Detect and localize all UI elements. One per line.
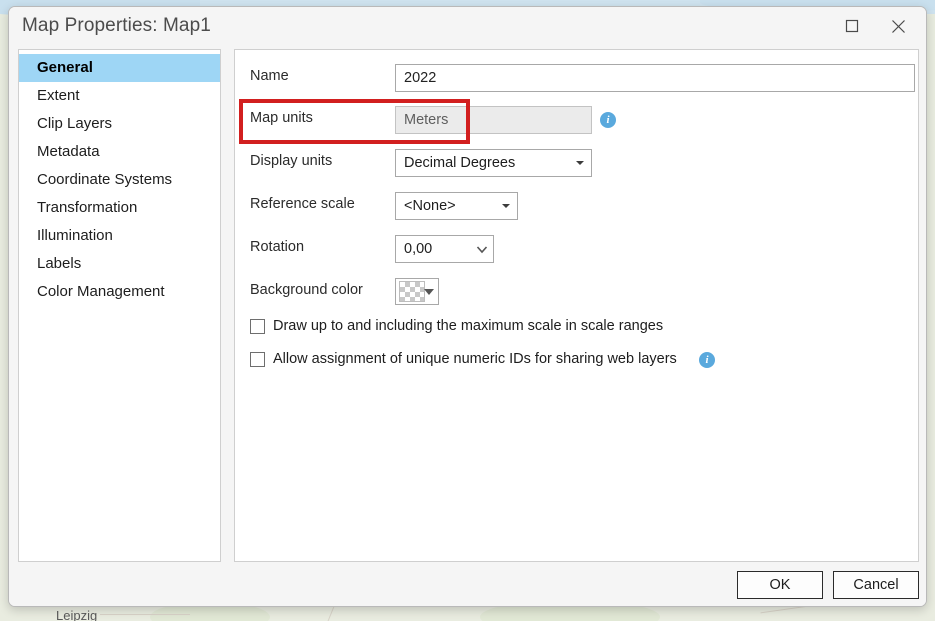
cancel-button[interactable]: Cancel [833,571,919,599]
rotation-value: 0,00 [404,241,433,257]
rotation-label: Rotation [250,239,305,255]
background-color-label: Background color [250,282,363,298]
unique-numeric-ids-checkbox[interactable] [250,352,265,367]
unique-numeric-ids-label: Allow assignment of unique numeric IDs f… [273,351,677,367]
chevron-down-icon [495,193,517,219]
sidebar-item-label: Labels [37,255,82,272]
map-units-label: Map units [250,110,313,126]
draw-max-scale-checkbox[interactable] [250,319,265,334]
map-road-line [326,606,335,621]
row-rotation: Rotation 0,00 [235,231,918,267]
chevron-down-icon [422,279,436,304]
sidebar-item-label: Clip Layers [37,115,113,132]
sidebar-item-labels[interactable]: Labels [19,250,220,278]
sidebar-item-label: Extent [37,87,80,104]
map-units-value: Meters [395,106,592,134]
rotation-input[interactable]: 0,00 [395,235,494,263]
close-icon[interactable] [876,9,920,43]
map-place-label: Leipzig [56,608,98,621]
ok-button[interactable]: OK [737,571,823,599]
dialog-titlebar: Map Properties: Map1 [9,7,926,49]
dialog-footer: OK Cancel [9,566,926,606]
info-icon[interactable]: i [600,112,616,128]
sidebar-item-color-management[interactable]: Color Management [19,278,220,306]
name-input[interactable]: 2022 [395,64,915,92]
dialog-body: General Extent Clip Layers Metadata Coor… [9,49,926,566]
maximize-icon[interactable] [830,9,874,43]
reference-scale-label: Reference scale [250,196,355,212]
background-color-picker[interactable] [395,278,439,305]
sidebar-item-extent[interactable]: Extent [19,82,220,110]
display-units-label: Display units [250,153,333,169]
map-road-line [100,614,190,615]
checkbox-row-draw-max-scale[interactable]: Draw up to and including the maximum sca… [250,317,890,339]
reference-scale-value: <None> [404,198,456,214]
display-units-value: Decimal Degrees [404,155,516,171]
sidebar-item-general[interactable]: General [19,54,220,82]
draw-max-scale-label: Draw up to and including the maximum sca… [273,318,664,334]
sidebar-item-label: Coordinate Systems [37,171,173,188]
sidebar-item-illumination[interactable]: Illumination [19,222,220,250]
row-display-units: Display units Decimal Degrees [235,145,918,181]
sidebar-item-coordinate-systems[interactable]: Coordinate Systems [19,166,220,194]
map-properties-dialog: Map Properties: Map1 General Extent Clip… [8,6,927,607]
name-label: Name [250,68,289,84]
settings-sidebar: General Extent Clip Layers Metadata Coor… [18,49,221,562]
row-name: Name 2022 [235,60,918,96]
sidebar-item-metadata[interactable]: Metadata [19,138,220,166]
sidebar-item-label: Metadata [37,143,100,160]
sidebar-item-clip-layers[interactable]: Clip Layers [19,110,220,138]
sidebar-item-label: Illumination [37,227,113,244]
general-settings-panel: Name 2022 Map units Meters i Display uni… [234,49,919,562]
checkbox-row-unique-numeric-ids[interactable]: Allow assignment of unique numeric IDs f… [250,350,890,372]
sidebar-item-label: Transformation [37,199,138,216]
sidebar-item-transformation[interactable]: Transformation [19,194,220,222]
chevron-down-icon [471,236,493,262]
row-background-color: Background color [235,274,918,310]
reference-scale-dropdown[interactable]: <None> [395,192,518,220]
row-map-units: Map units Meters i [235,102,918,138]
chevron-down-icon [569,150,591,176]
dialog-title: Map Properties: Map1 [22,15,211,36]
display-units-dropdown[interactable]: Decimal Degrees [395,149,592,177]
row-reference-scale: Reference scale <None> [235,188,918,224]
sidebar-item-label: General [37,59,93,76]
sidebar-item-label: Color Management [37,283,165,300]
info-icon[interactable]: i [699,352,715,368]
